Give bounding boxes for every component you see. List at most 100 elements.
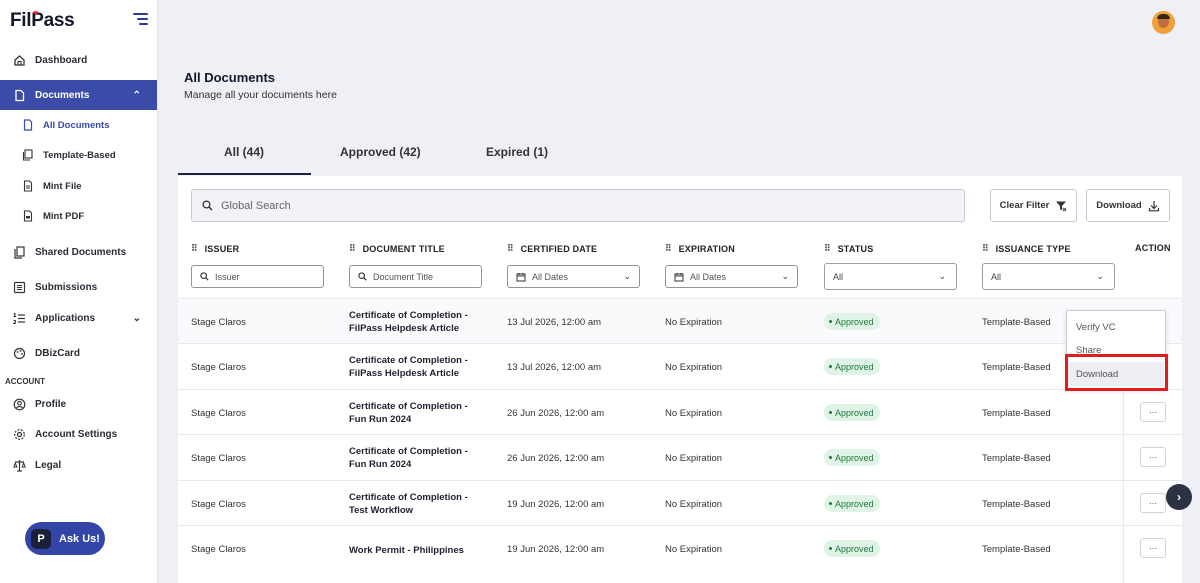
drag-handle-icon[interactable]: ⠿ [349, 243, 356, 254]
table-row[interactable]: Stage Claros Certificate of Completion -… [178, 298, 1182, 343]
calendar-icon [674, 272, 684, 282]
active-tab-indicator [178, 173, 311, 175]
document-title-cell[interactable]: Certificate of Completion - Fun Run 2024 [349, 445, 468, 471]
svg-text:1: 1 [13, 313, 17, 319]
issuance-type-cell: Template-Based [982, 408, 1051, 419]
status-filter-select[interactable]: All ⌄ [824, 263, 957, 290]
document-title-filter-input[interactable]: Document Title [349, 265, 482, 288]
page-subtitle: Manage all your documents here [184, 89, 337, 101]
sidebar-item-documents[interactable]: Documents ⌃ [0, 80, 157, 110]
status-badge: Approved [824, 449, 880, 466]
tab-approved[interactable]: Approved (42) [340, 145, 421, 175]
palette-icon [13, 347, 26, 360]
issuer-filter-input[interactable]: Issuer [191, 265, 324, 288]
avatar[interactable] [1152, 11, 1175, 34]
chevron-down-icon: ⌄ [1096, 271, 1104, 281]
download-icon [1148, 200, 1160, 212]
table-row[interactable]: Stage Claros Certificate of Completion -… [178, 389, 1182, 434]
document-title-cell[interactable]: Certificate of Completion - Test Workflow [349, 491, 468, 517]
issuer-cell: Stage Claros [191, 362, 246, 373]
row-actions-button[interactable]: ··· [1140, 402, 1166, 422]
sidebar-item-shared-documents[interactable]: Shared Documents [0, 237, 157, 267]
expiration-filter-select[interactable]: All Dates ⌄ [665, 265, 798, 288]
expiration-cell: No Expiration [665, 499, 723, 510]
column-header-issuance-type[interactable]: ⠿ ISSUANCE TYPE [982, 243, 1071, 254]
sidebar-subitem-all-documents[interactable]: All Documents [0, 111, 157, 139]
row-actions-button[interactable]: ··· [1140, 447, 1166, 467]
highlight-box [1065, 354, 1168, 391]
issuer-cell: Stage Claros [191, 317, 246, 328]
chevron-down-icon: ⌄ [132, 312, 141, 324]
global-search-input[interactable]: Global Search [191, 189, 965, 222]
column-header-action: ACTION [1135, 243, 1171, 253]
status-badge: Approved [824, 495, 880, 512]
row-actions-button[interactable]: ··· [1140, 493, 1166, 513]
issuer-cell: Stage Claros [191, 499, 246, 510]
sidebar-subitem-template-based[interactable]: Template-Based [0, 141, 157, 169]
account-section-label: ACCOUNT [5, 377, 45, 386]
column-header-expiration[interactable]: ⠿ EXPIRATION [665, 243, 735, 254]
search-icon [358, 272, 367, 281]
table-row[interactable]: Stage Claros Certificate of Completion -… [178, 480, 1182, 525]
user-circle-icon [13, 398, 26, 411]
document-title-cell[interactable]: Certificate of Completion - FilPass Helpd… [349, 354, 468, 380]
documents-table-card: Global Search Clear Filter Download ⠿ ISS… [178, 176, 1182, 583]
scroll-right-button[interactable]: › [1166, 484, 1192, 510]
clear-filter-button[interactable]: Clear Filter [990, 189, 1077, 222]
certified-date-filter-select[interactable]: All Dates ⌄ [507, 265, 640, 288]
chevron-down-icon: ⌄ [938, 271, 946, 281]
drag-handle-icon[interactable]: ⠿ [824, 243, 831, 254]
certified-date-cell: 26 Jun 2026, 12:00 am [507, 408, 605, 419]
download-button[interactable]: Download [1086, 189, 1170, 222]
sidebar-item-legal[interactable]: Legal [0, 450, 157, 480]
certified-date-cell: 13 Jul 2026, 12:00 am [507, 317, 602, 328]
drag-handle-icon[interactable]: ⠿ [191, 243, 198, 254]
column-header-certified-date[interactable]: ⠿ CERTIFIED DATE [507, 243, 597, 254]
issuance-type-cell: Template-Based [982, 317, 1051, 328]
chevron-up-icon: ⌃ [132, 89, 141, 101]
tab-all[interactable]: All (44) [224, 145, 264, 175]
document-title-cell[interactable]: Work Permit - Philippines [349, 544, 464, 557]
sidebar-subitem-mint-pdf[interactable]: Mint PDF [0, 202, 157, 230]
table-row[interactable]: Stage Claros Work Permit - Philippines 1… [178, 525, 1182, 570]
column-header-status[interactable]: ⠿ STATUS [824, 243, 873, 254]
tab-expired[interactable]: Expired (1) [486, 145, 548, 175]
drag-handle-icon[interactable]: ⠿ [665, 243, 672, 254]
drag-handle-icon[interactable]: ⠿ [982, 243, 989, 254]
sidebar-item-account-settings[interactable]: Account Settings [0, 419, 157, 449]
sidebar-item-submissions[interactable]: Submissions [0, 272, 157, 302]
table-row[interactable]: Stage Claros Certificate of Completion -… [178, 343, 1182, 388]
sidebar-item-dbizcard[interactable]: DBizCard [0, 338, 157, 368]
chat-logo-icon: P [31, 528, 51, 549]
document-title-cell[interactable]: Certificate of Completion - FilPass Helpd… [349, 309, 468, 335]
chevron-down-icon: ⌄ [623, 271, 631, 281]
certified-date-cell: 13 Jul 2026, 12:00 am [507, 362, 602, 373]
submissions-icon [13, 281, 26, 294]
calendar-icon [516, 272, 526, 282]
sidebar-item-profile[interactable]: Profile [0, 389, 157, 419]
row-actions-button[interactable]: ··· [1140, 538, 1166, 558]
sidebar-subitem-mint-file[interactable]: Mint File [0, 172, 157, 200]
menu-toggle-icon[interactable] [133, 13, 148, 25]
ask-us-button[interactable]: P Ask Us! [25, 522, 105, 555]
template-icon [22, 149, 34, 161]
issuance-type-cell: Template-Based [982, 362, 1051, 373]
issuance-type-cell: Template-Based [982, 499, 1051, 510]
sidebar-item-applications[interactable]: 12 Applications ⌄ [0, 303, 157, 333]
table-row[interactable]: Stage Claros Certificate of Completion -… [178, 434, 1182, 479]
filpass-logo[interactable]: FilPass ♥ [10, 8, 75, 32]
expiration-cell: No Expiration [665, 317, 723, 328]
file-icon [22, 180, 34, 192]
column-header-issuer[interactable]: ⠿ ISSUER [191, 243, 239, 254]
document-title-cell[interactable]: Certificate of Completion - Fun Run 2024 [349, 400, 468, 426]
issuance-type-cell: Template-Based [982, 453, 1051, 464]
status-badge: Approved [824, 540, 880, 557]
document-icon [13, 89, 26, 102]
column-header-document-title[interactable]: ⠿ DOCUMENT TITLE [349, 243, 445, 254]
issuance-type-filter-select[interactable]: All ⌄ [982, 263, 1115, 290]
drag-handle-icon[interactable]: ⠿ [507, 243, 514, 254]
menu-item-verify-vc[interactable]: Verify VC [1076, 322, 1116, 333]
gear-icon [13, 428, 26, 441]
sidebar-item-dashboard[interactable]: Dashboard [0, 45, 157, 75]
status-badge: Approved [824, 404, 880, 421]
